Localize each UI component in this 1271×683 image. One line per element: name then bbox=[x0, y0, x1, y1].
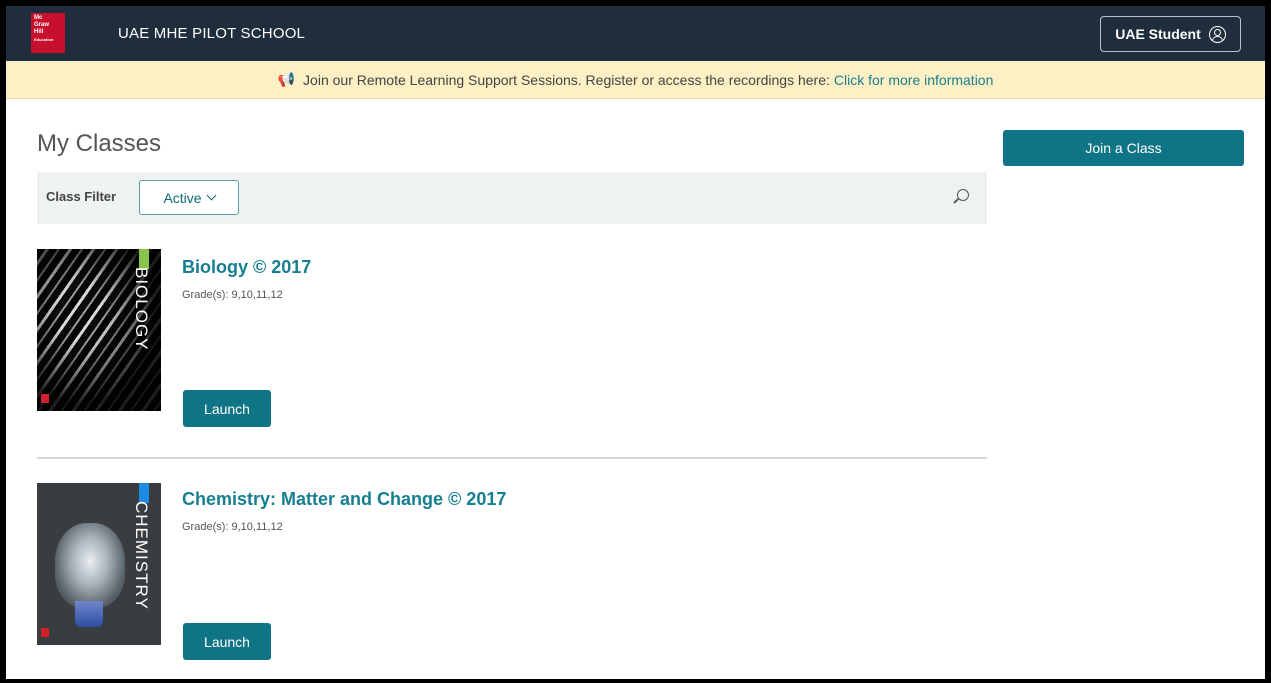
cover-title: CHEMISTRY bbox=[132, 501, 151, 610]
join-class-button[interactable]: Join a Class bbox=[1003, 130, 1244, 166]
more-info-link[interactable]: Click for more information bbox=[834, 72, 994, 88]
mcgraw-hill-logo[interactable]: Mc Graw Hill Education bbox=[31, 13, 65, 53]
class-filter-value: Active bbox=[163, 189, 202, 206]
chevron-down-icon bbox=[206, 190, 217, 201]
class-filter-dropdown[interactable]: Active bbox=[139, 180, 239, 215]
chemistry-cover-image[interactable]: CHEMISTRY bbox=[37, 483, 161, 645]
class-title[interactable]: Chemistry: Matter and Change © 2017 bbox=[182, 489, 506, 510]
user-avatar-icon bbox=[1208, 25, 1226, 43]
publisher-mark bbox=[41, 628, 49, 637]
launch-chemistry-button[interactable]: Launch bbox=[183, 623, 271, 660]
announcement-banner: 📢 Join our Remote Learning Support Sessi… bbox=[6, 61, 1265, 99]
class-divider bbox=[37, 457, 987, 459]
publisher-mark bbox=[41, 394, 49, 403]
page-title: My Classes bbox=[37, 130, 162, 157]
app-frame: Mc Graw Hill Education UAE MHE PILOT SCH… bbox=[6, 6, 1265, 679]
user-menu-button[interactable]: UAE Student bbox=[1100, 16, 1241, 52]
cover-title: BIOLOGY bbox=[132, 267, 151, 351]
cover-accent bbox=[139, 249, 149, 269]
class-grades: Grade(s): 9,10,11,12 bbox=[182, 521, 283, 533]
search-icon[interactable] bbox=[957, 189, 969, 201]
biology-cover-image[interactable]: BIOLOGY bbox=[37, 249, 161, 411]
banner-text: Join our Remote Learning Support Session… bbox=[303, 71, 830, 88]
class-filter-bar: Class Filter Active bbox=[37, 172, 987, 224]
launch-biology-button[interactable]: Launch bbox=[183, 390, 271, 427]
cover-accent bbox=[139, 483, 149, 503]
class-grades: Grade(s): 9,10,11,12 bbox=[182, 289, 283, 301]
megaphone-icon: 📢 bbox=[277, 71, 296, 87]
top-navigation-bar: Mc Graw Hill Education UAE MHE PILOT SCH… bbox=[6, 6, 1265, 61]
class-title[interactable]: Biology © 2017 bbox=[182, 257, 311, 278]
flask-illustration bbox=[55, 523, 125, 608]
user-name: UAE Student bbox=[1115, 26, 1201, 42]
class-filter-label: Class Filter bbox=[46, 189, 117, 204]
school-name: UAE MHE PILOT SCHOOL bbox=[118, 25, 306, 42]
